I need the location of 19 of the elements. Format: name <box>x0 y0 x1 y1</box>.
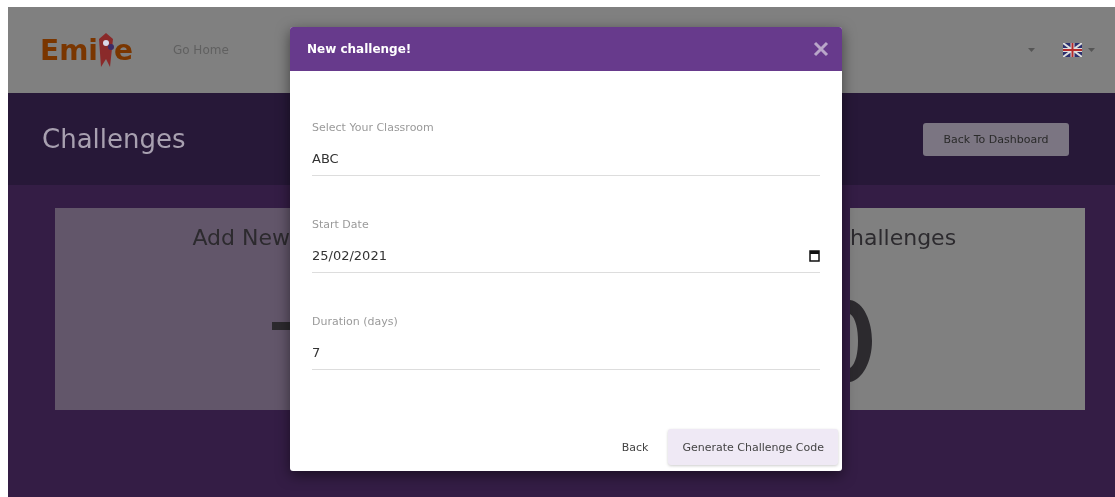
generate-button[interactable]: Generate Challenge Code <box>668 429 838 465</box>
page-title: Challenges <box>42 124 186 154</box>
caret-icon[interactable] <box>1028 48 1035 52</box>
date-field[interactable]: 25/02/2021 <box>312 248 820 273</box>
flag-icon[interactable] <box>1063 43 1082 57</box>
close-icon[interactable] <box>812 40 830 58</box>
back-button[interactable]: Back <box>613 429 657 465</box>
card-title: hallenges <box>850 225 957 250</box>
card-title: Add New <box>192 225 290 250</box>
field-label: Duration (days) <box>312 315 399 328</box>
dash-icon <box>272 322 290 330</box>
dialog-title: New challenge! <box>307 42 412 56</box>
field-label: Select Your Classroom <box>312 121 435 134</box>
figure-icon <box>97 33 114 67</box>
field-label: Start Date <box>312 218 370 231</box>
calendar-icon[interactable] <box>809 249 820 262</box>
input-field[interactable]: 7 <box>312 345 820 370</box>
input-field[interactable]: ABC <box>312 151 820 176</box>
caret-icon[interactable] <box>1088 48 1095 52</box>
